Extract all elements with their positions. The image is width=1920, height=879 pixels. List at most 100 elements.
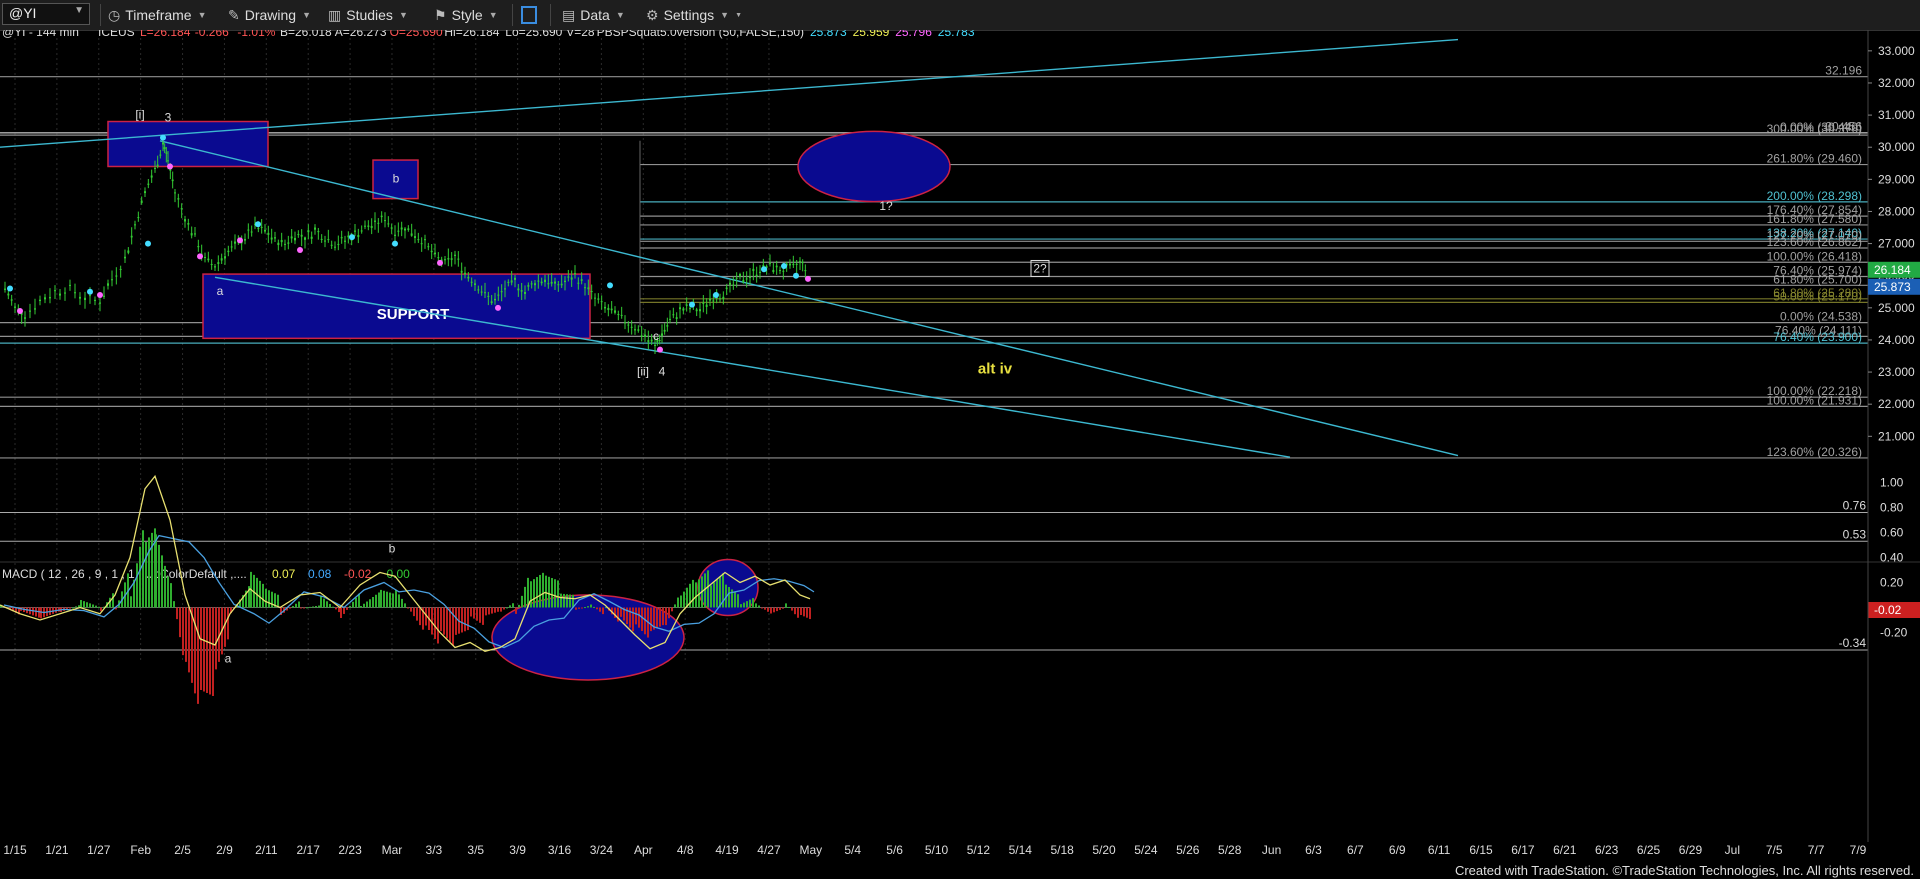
candle-body: [792, 263, 795, 266]
indicator-dot: [160, 134, 166, 141]
time-tick-label: 6/29: [1679, 843, 1703, 857]
candle-body: [647, 340, 650, 342]
macd-histogram-bar: [632, 607, 634, 632]
macd-histogram-bar: [728, 587, 730, 608]
timeframe-button[interactable]: ◷ Timeframe ▼: [108, 5, 207, 25]
candle-body: [661, 333, 663, 336]
time-tick-label: Jun: [1262, 843, 1281, 857]
macd-histogram-bar: [259, 580, 261, 608]
macd-histogram-bar: [98, 606, 100, 608]
candle-body: [739, 273, 741, 277]
macd-histogram-bar: [315, 606, 317, 608]
time-tick-label: 5/10: [925, 843, 949, 857]
candle-body: [147, 183, 150, 185]
chart-area[interactable]: 32.196 30.456 0.00% (30.440) 300.00% (30.37…: [0, 25, 1920, 867]
macd-histogram-bar: [355, 597, 357, 608]
macd-tick-label: 0.20: [1880, 576, 1904, 590]
candle-body: [257, 228, 260, 230]
fib-level-label: 0.00% (24.538): [1780, 310, 1862, 324]
candle-body: [675, 317, 678, 320]
candle-body: [210, 263, 213, 265]
drawing-button[interactable]: ✎ Drawing ▼: [228, 5, 311, 25]
macd-histogram-bar: [268, 590, 270, 608]
time-tick-label: 4/27: [757, 843, 781, 857]
toolbar-divider: [100, 4, 101, 26]
channel-lower-trendline: [214, 276, 1291, 458]
candle-body: [712, 300, 715, 302]
toolbar-divider: [512, 4, 513, 26]
macd-histogram-bar: [277, 594, 279, 608]
candle-body: [640, 335, 643, 337]
macd-histogram-bar: [404, 603, 406, 608]
macd-histogram-bar: [566, 594, 568, 608]
time-tick-label: 5/20: [1092, 843, 1116, 857]
macd-histogram-bar: [318, 605, 320, 608]
macd-histogram-bar: [746, 601, 748, 608]
macd-histogram-bar: [479, 607, 481, 623]
indicator-dot: [145, 240, 151, 247]
candle-body: [220, 258, 223, 261]
time-tick-label: 5/4: [844, 843, 861, 857]
candle-body: [334, 246, 336, 248]
macd-histogram-bar: [560, 593, 562, 608]
macd-histogram-bar: [434, 607, 436, 639]
candle-body: [799, 261, 801, 263]
wave-label: alt iv: [978, 361, 1013, 378]
candle-body: [177, 198, 180, 200]
data-button[interactable]: ▤ Data ▼: [562, 5, 625, 25]
macd-histogram-bar: [692, 579, 694, 608]
fib-level-label: 76.40% (23.900): [1773, 330, 1862, 344]
chevron-down-icon[interactable]: ▼: [74, 5, 84, 16]
candle-body: [107, 283, 109, 286]
macd-histogram-bar: [185, 607, 187, 662]
macd-histogram-bar: [569, 594, 571, 608]
indicator-dot: [17, 308, 23, 315]
macd-histogram-bar: [680, 595, 682, 608]
symbol-input[interactable]: @YI ▼: [2, 3, 90, 25]
macd-histogram-bar: [710, 585, 712, 608]
wave-label: a: [217, 284, 224, 298]
candle-body: [204, 256, 206, 258]
macd-histogram-bar: [326, 601, 328, 608]
wave-label: 4: [659, 364, 666, 378]
header-stat: L=26.184: [140, 30, 191, 39]
candle-body: [460, 270, 463, 273]
candle-body: [417, 239, 420, 241]
macd-current-label: -0.02: [1874, 603, 1902, 617]
indicator-dot: [237, 237, 243, 244]
layout-button[interactable]: [521, 5, 537, 25]
candle-body: [150, 175, 153, 178]
candle-body: [480, 291, 483, 293]
macd-histogram-bar: [677, 597, 679, 608]
candle-body: [610, 308, 613, 311]
price-tick-label: 27.000: [1878, 237, 1915, 251]
candle-body: [520, 290, 523, 292]
macd-histogram-bar: [749, 599, 751, 608]
time-tick-label: 6/23: [1595, 843, 1619, 857]
candle-body: [190, 233, 193, 236]
macd-histogram-bar: [86, 602, 88, 608]
candle-body: [163, 147, 166, 150]
macd-histogram-bar: [182, 607, 184, 656]
candle-body: [267, 232, 270, 235]
studies-button[interactable]: ▥ Studies ▼: [328, 5, 408, 25]
style-button[interactable]: ⚑ Style ▼: [434, 5, 498, 25]
candle-body: [277, 242, 280, 246]
candle-body: [24, 317, 26, 319]
macd-histogram-bar: [437, 607, 439, 644]
fib-level-label: 200.00% (28.298): [1767, 189, 1862, 203]
macd-histogram-bar: [395, 589, 397, 608]
price-chart[interactable]: 32.19630.4560.00% (30.440)300.00% (30.37…: [0, 25, 1920, 867]
candle-body: [217, 262, 220, 265]
macd-histogram-bar: [167, 576, 169, 608]
chart-header: @YI - 144 min ICEUS L=26.184 -0.266 -1.01% B=…: [2, 25, 975, 39]
macd-histogram-bar: [656, 607, 658, 629]
settings-button[interactable]: ⚙ Settings ▼ ▼: [646, 5, 742, 25]
macd-histogram-bar: [758, 605, 760, 608]
candle-body: [617, 314, 620, 316]
wave-label: 2?: [1033, 261, 1047, 275]
wave-label: [i]: [135, 107, 144, 121]
candle-body: [487, 295, 490, 297]
candle-body: [274, 237, 276, 239]
candle-body: [547, 283, 550, 285]
